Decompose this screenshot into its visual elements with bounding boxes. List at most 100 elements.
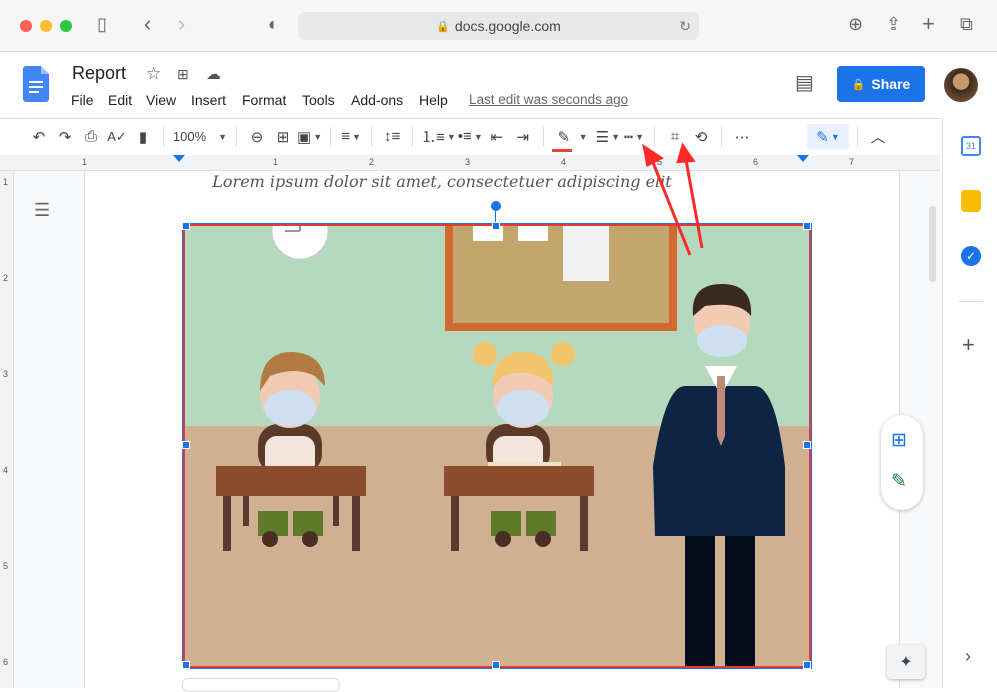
numbered-list-icon[interactable]: ⒈≡ ▼ (421, 125, 456, 149)
privacy-shield-icon[interactable]: ◐ (268, 14, 279, 35)
resize-handle-nw[interactable] (182, 222, 190, 230)
ruler-label: 7 (849, 157, 855, 167)
add-comment-icon[interactable]: ⊞ (271, 125, 295, 149)
print-icon[interactable]: ⎙ (79, 125, 103, 149)
menu-view[interactable]: View (146, 92, 176, 108)
ruler-label: 4 (561, 157, 567, 167)
tasks-icon[interactable]: ✓ (961, 246, 981, 266)
last-edit-link[interactable]: Last edit was seconds ago (469, 92, 628, 107)
decrease-indent-icon[interactable]: ⇤ (485, 125, 509, 149)
comments-icon[interactable]: ▤ (795, 70, 814, 95)
caption-text[interactable]: Lorem ipsum dolor sit amet, consectetuer… (84, 172, 800, 191)
zoom-select[interactable]: 100% ▼ (172, 125, 228, 149)
divider (163, 126, 164, 147)
menu-help[interactable]: Help (419, 92, 448, 108)
image-options-bar[interactable] (182, 678, 340, 692)
crop-icon[interactable]: ⌗ (663, 125, 687, 149)
docs-logo-icon[interactable] (23, 66, 49, 102)
divider (654, 126, 656, 147)
resize-handle-sw[interactable] (182, 661, 190, 669)
move-folder-icon[interactable]: ⊞ (177, 66, 189, 83)
resize-handle-n[interactable] (492, 222, 500, 230)
menu-insert[interactable]: Insert (191, 92, 226, 108)
resize-handle-s[interactable] (492, 661, 500, 669)
insert-image-icon[interactable]: ▣ ▼ (297, 125, 322, 149)
divider (542, 126, 544, 147)
address-bar[interactable]: 🔒 docs.google.com ↻ (298, 12, 699, 40)
menu-tools[interactable]: Tools (302, 92, 335, 108)
share-button[interactable]: 🔒 Share (837, 66, 925, 102)
expand-panel-icon[interactable]: › (965, 646, 971, 667)
resize-handle-e[interactable] (803, 441, 811, 449)
ruler-label: 6 (3, 657, 9, 667)
downloads-icon[interactable]: ⊕ (848, 14, 863, 35)
share-page-icon[interactable]: ⇪ (886, 14, 901, 35)
browser-toolbar: ▯ ‹ › ◐ 🔒 docs.google.com ↻ ⊕ ⇪ + ⧉ (0, 0, 997, 52)
add-addon-icon[interactable]: + (962, 332, 975, 358)
chevron-down-icon[interactable]: ▼ (579, 132, 588, 142)
image-selection-border (182, 223, 812, 669)
avatar[interactable] (944, 68, 978, 102)
vertical-ruler[interactable]: 1 2 3 4 5 6 (0, 171, 14, 688)
increase-indent-icon[interactable]: ⇥ (511, 125, 535, 149)
redo-icon[interactable]: ↷ (53, 125, 77, 149)
reload-icon[interactable]: ↻ (679, 18, 691, 35)
star-icon[interactable]: ☆ (146, 64, 161, 84)
minimize-window-button[interactable] (40, 20, 52, 32)
zoom-window-button[interactable] (60, 20, 72, 32)
border-dash-icon[interactable]: ┅ ▼ (622, 125, 646, 149)
more-icon[interactable]: ⋯ (730, 125, 754, 149)
rotate-handle[interactable] (491, 201, 501, 211)
close-window-button[interactable] (20, 20, 32, 32)
border-weight-icon[interactable]: ☰ ▼ (596, 125, 620, 149)
menu-edit[interactable]: Edit (108, 92, 132, 108)
ruler-label: 4 (3, 465, 9, 475)
scrollbar-thumb[interactable] (929, 206, 936, 282)
align-icon[interactable]: ≡ ▼ (339, 125, 363, 149)
link-icon[interactable]: ⊖ (245, 125, 269, 149)
document-title[interactable]: Report (72, 63, 126, 84)
ruler-label: 3 (465, 157, 471, 167)
document-outline-icon[interactable]: ☰ (34, 200, 50, 221)
chevron-down-icon: ▼ (830, 131, 840, 142)
cloud-saved-icon[interactable]: ☁ (206, 65, 221, 83)
border-color-icon[interactable]: ✎ (551, 125, 576, 152)
explore-icon[interactable]: ✦ (887, 645, 925, 679)
left-indent-marker[interactable] (173, 155, 185, 162)
new-tab-icon[interactable]: + (922, 11, 935, 37)
forward-icon[interactable]: › (178, 11, 185, 37)
url-text: docs.google.com (454, 18, 561, 34)
tab-overview-icon[interactable]: ⧉ (960, 14, 973, 35)
menu-format[interactable]: Format (242, 92, 286, 108)
calendar-icon[interactable]: 31 (961, 136, 981, 156)
divider (721, 126, 723, 147)
reset-image-icon[interactable]: ⟲ (689, 125, 713, 149)
formatting-toolbar: ↶ ↷ ⎙ A✓ ▮ 100% ▼ ⊖ ⊞ ▣ ▼ ≡ ▼ ↕≡ ⒈≡ ▼ •≡ ▼ ⇤ … (0, 118, 940, 154)
resize-handle-se[interactable] (803, 661, 811, 669)
right-indent-marker[interactable] (797, 155, 809, 162)
bulleted-list-icon[interactable]: •≡ ▼ (458, 125, 483, 149)
resize-handle-w[interactable] (182, 441, 190, 449)
collapse-menu-icon[interactable]: ︿ (866, 125, 890, 149)
divider (371, 126, 373, 147)
ruler-label: 3 (3, 369, 9, 379)
floating-actions: ⊞ ✎ (881, 415, 923, 510)
menu-addons[interactable]: Add-ons (351, 92, 403, 108)
keep-icon[interactable] (961, 190, 981, 212)
line-spacing-icon[interactable]: ↕≡ (380, 125, 404, 149)
add-comment-icon[interactable]: ⊞ (891, 429, 907, 452)
ruler-label: 5 (3, 561, 9, 571)
undo-icon[interactable]: ↶ (27, 125, 51, 149)
chevron-down-icon: ▼ (218, 131, 228, 142)
lock-icon: 🔒 (851, 78, 866, 91)
paint-format-icon[interactable]: ▮ (131, 125, 155, 149)
color-swatch (551, 148, 572, 152)
resize-handle-ne[interactable] (803, 222, 811, 230)
back-icon[interactable]: ‹ (144, 11, 151, 37)
spellcheck-icon[interactable]: A✓ (105, 125, 129, 149)
editing-mode-button[interactable]: ✎ ▼ (807, 123, 850, 150)
chevron-down-icon: ▼ (611, 131, 621, 142)
menu-file[interactable]: File (71, 92, 94, 108)
sidebar-icon[interactable]: ▯ (97, 14, 107, 35)
suggest-edits-icon[interactable]: ✎ (891, 470, 907, 493)
